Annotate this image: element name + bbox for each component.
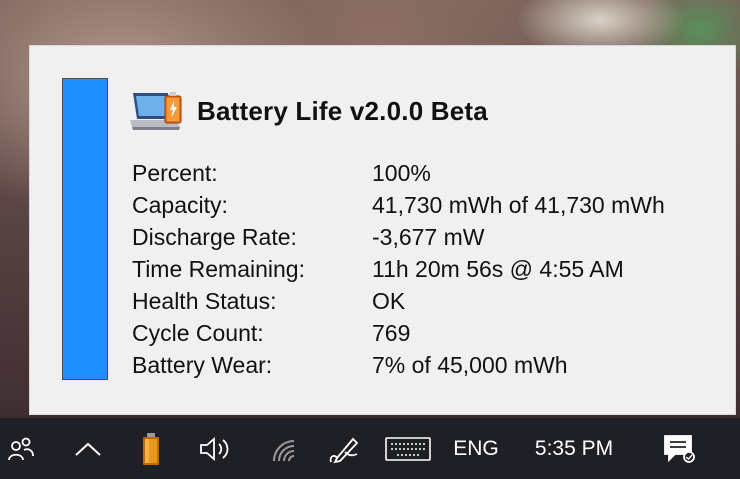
battery-icon[interactable]: [134, 418, 168, 479]
clock[interactable]: 5:35 PM: [522, 418, 626, 479]
info-row-time-remaining: Time Remaining: 11h 20m 56s @ 4:55 AM: [132, 256, 732, 288]
row-value: 7% of 45,000 mWh: [372, 352, 568, 378]
row-label: Capacity:: [132, 192, 228, 218]
info-row-battery-wear: Battery Wear: 7% of 45,000 mWh: [132, 352, 732, 384]
row-label: Percent:: [132, 160, 218, 186]
row-label: Health Status:: [132, 288, 277, 314]
speaker-icon[interactable]: [196, 418, 236, 479]
notification-icon[interactable]: [656, 418, 702, 479]
row-label: Battery Wear:: [132, 352, 273, 378]
info-row-health-status: Health Status: OK: [132, 288, 732, 320]
info-row-percent: Percent: 100%: [132, 160, 732, 192]
language-indicator[interactable]: ENG: [447, 418, 505, 479]
keyboard-icon[interactable]: [383, 418, 433, 479]
app-title: Battery Life v2.0.0 Beta: [197, 96, 488, 126]
laptop-battery-icon: [130, 92, 182, 130]
info-row-capacity: Capacity: 41,730 mWh of 41,730 mWh: [132, 192, 732, 224]
people-icon[interactable]: [0, 418, 42, 479]
wifi-icon[interactable]: [264, 418, 304, 479]
row-label: Cycle Count:: [132, 320, 264, 346]
info-row-discharge-rate: Discharge Rate: -3,677 mW: [132, 224, 732, 256]
taskbar: ENG 5:35 PM: [0, 418, 740, 479]
row-label: Discharge Rate:: [132, 224, 297, 250]
battery-level-bar: [62, 78, 108, 380]
chevron-up-icon[interactable]: [70, 418, 106, 479]
info-row-cycle-count: Cycle Count: 769: [132, 320, 732, 352]
battery-popup: Battery Life v2.0.0 Beta Percent: 100% C…: [29, 45, 736, 415]
row-value: OK: [372, 288, 406, 314]
row-value: -3,677 mW: [372, 224, 485, 250]
row-value: 41,730 mWh of 41,730 mWh: [372, 192, 665, 218]
row-value: 11h 20m 56s @ 4:55 AM: [372, 256, 624, 282]
pen-icon[interactable]: [324, 418, 364, 479]
row-value: 769: [372, 320, 411, 346]
row-value: 100%: [372, 160, 431, 186]
row-label: Time Remaining:: [132, 256, 305, 282]
battery-level-fill: [63, 79, 107, 379]
